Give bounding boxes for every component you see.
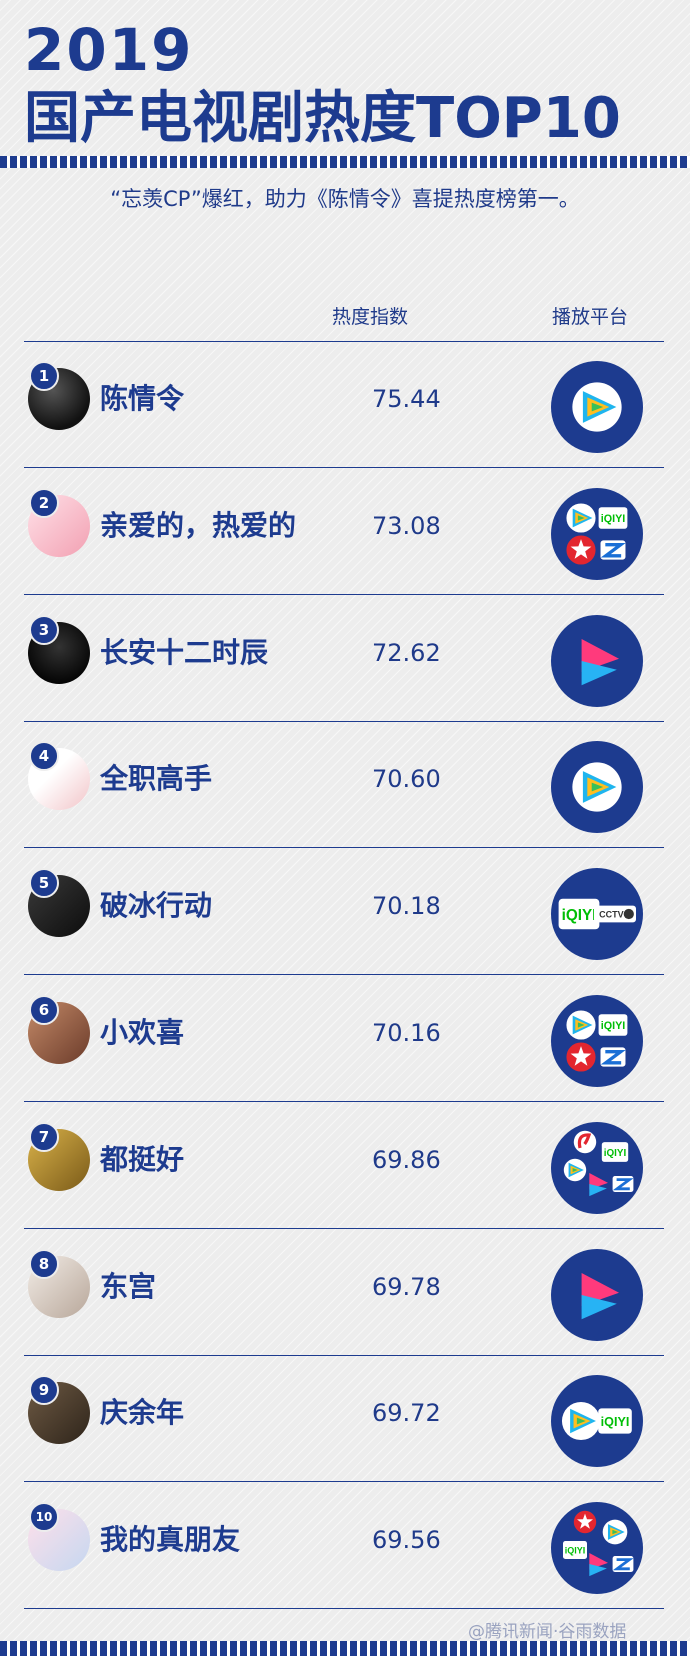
ranking-row[interactable]: 6 小欢喜 70.16 iQIYI: [0, 975, 690, 1102]
year-heading: 2019: [24, 16, 194, 84]
ranking-row[interactable]: 10 我的真朋友 69.56 iQIYI: [0, 1482, 690, 1610]
zhejiang-tv-logo-icon: [612, 1556, 634, 1573]
platform-badge: iQIYI: [551, 1502, 643, 1595]
drama-title: 全职高手: [100, 762, 213, 796]
youku-logo-icon: [581, 1272, 619, 1319]
ranking-row[interactable]: 8 东宫 69.78: [0, 1229, 690, 1356]
rank-badge: 2: [29, 487, 59, 518]
heat-score: 69.56: [372, 1526, 441, 1555]
iqiyi-logo-icon: iQIYI: [563, 1541, 587, 1560]
heat-score: 69.78: [372, 1272, 441, 1301]
drama-title: 长安十二时辰: [100, 635, 269, 669]
drama-title: 庆余年: [100, 1396, 185, 1430]
watermark: @腾讯新闻·谷雨数据: [468, 1622, 627, 1642]
rank-badge: 8: [29, 1248, 59, 1279]
svg-text:iQIYI: iQIYI: [562, 907, 597, 924]
drama-title: 我的真朋友: [100, 1523, 241, 1557]
drama-title: 小欢喜: [100, 1016, 185, 1049]
row-divider: [24, 1608, 664, 1610]
rank-badge: 5: [29, 868, 59, 899]
rank-badge: 1: [29, 361, 59, 391]
platform-badge: [551, 361, 643, 453]
platform-badge: [551, 1248, 643, 1341]
ranking-row[interactable]: 9 庆余年 69.72 iQIYI: [0, 1355, 690, 1483]
svg-text:CCTV: CCTV: [599, 910, 624, 920]
svg-text:iQIYI: iQIYI: [601, 513, 626, 525]
heat-score: 70.16: [372, 1019, 441, 1047]
drama-title: 破冰行动: [100, 889, 213, 923]
ranking-row[interactable]: 1 陈情令 75.44: [0, 341, 690, 468]
heat-score: 69.72: [372, 1399, 441, 1428]
tencent-logo-icon: [563, 1158, 587, 1181]
dragon-tv-logo-icon: [566, 535, 596, 565]
heat-score: 70.18: [372, 892, 441, 921]
heat-score: 70.60: [372, 765, 441, 794]
top-band: [0, 156, 690, 168]
platform-badge: iQIYI: [551, 1375, 643, 1468]
iqiyi-logo-icon: iQIYI: [598, 506, 628, 529]
heat-score: 69.86: [372, 1145, 441, 1174]
youku-logo-icon: [589, 1553, 608, 1577]
subtitle: “忘羡CP”爆红，助力《陈情令》喜提热度榜第一。: [110, 187, 580, 211]
ranking-row[interactable]: 3 长安十二时辰 72.62: [0, 595, 690, 722]
ranking-row[interactable]: 5 破冰行动 70.18 iQIYI CCTV: [0, 848, 690, 976]
heat-score: 73.08: [372, 511, 441, 540]
dragon-tv-logo-icon: [566, 1042, 596, 1072]
svg-text:iQIYI: iQIYI: [601, 1415, 630, 1429]
platform-badge: [551, 614, 643, 707]
drama-title: 东宫: [100, 1269, 157, 1303]
bottom-band: [0, 1641, 690, 1656]
zhejiang-tv-logo-icon: [600, 540, 626, 560]
iqiyi-logo-icon: iQIYI: [598, 1408, 632, 1434]
drama-title: 陈情令: [100, 382, 185, 415]
youku-logo-icon: [581, 638, 619, 685]
tencent-logo-icon: [572, 762, 622, 813]
youku-logo-icon: [589, 1172, 608, 1196]
page-title: 国产电视剧热度TOP10: [24, 86, 621, 151]
heat-score: 72.62: [372, 638, 441, 667]
ranking-row[interactable]: 7 都挺好 69.86 iQIYI: [0, 1102, 690, 1229]
rank-badge: 3: [29, 614, 59, 645]
rank-badge: 10: [29, 1502, 59, 1533]
platform-badge: iQIYI: [551, 487, 643, 580]
zhejiang-tv-logo-icon: [612, 1175, 634, 1192]
drama-title: 亲爱的，热爱的: [100, 508, 297, 542]
platform-column-header: 播放平台: [552, 306, 629, 328]
jiangsu-tv-logo-icon: [573, 1130, 597, 1153]
svg-text:iQIYI: iQIYI: [565, 1546, 586, 1556]
svg-text:iQIYI: iQIYI: [604, 1148, 627, 1159]
drama-title: 都挺好: [100, 1142, 185, 1176]
dragon-tv-logo-icon: [573, 1510, 597, 1534]
rank-badge: 6: [29, 995, 59, 1025]
heat-column-header: 热度指数: [332, 306, 409, 328]
tencent-logo-icon: [572, 382, 622, 432]
platform-badge: iQIYI: [551, 995, 643, 1087]
platform-badge: iQIYI: [551, 1121, 643, 1214]
platform-badge: [551, 741, 643, 834]
iqiyi-logo-icon: iQIYI: [601, 1141, 629, 1162]
tencent-logo-icon: [602, 1519, 628, 1545]
tencent-logo-icon: [566, 1010, 596, 1040]
heat-score: 75.44: [372, 385, 441, 413]
ranking-row[interactable]: 2 亲爱的，热爱的 73.08 iQIYI: [0, 468, 690, 595]
tencent-logo-icon: [561, 1402, 601, 1441]
cctv8-logo-icon: CCTV: [594, 905, 636, 923]
svg-text:iQIYI: iQIYI: [601, 1020, 626, 1032]
iqiyi-logo-icon: iQIYI: [598, 1014, 628, 1036]
rank-badge: 7: [29, 1121, 59, 1152]
zhejiang-tv-logo-icon: [600, 1047, 626, 1067]
iqiyi-logo-icon: iQIYI: [558, 898, 600, 930]
platform-badge: iQIYI CCTV: [551, 868, 643, 961]
ranking-row[interactable]: 4 全职高手 70.60: [0, 721, 690, 849]
tencent-logo-icon: [566, 503, 596, 533]
